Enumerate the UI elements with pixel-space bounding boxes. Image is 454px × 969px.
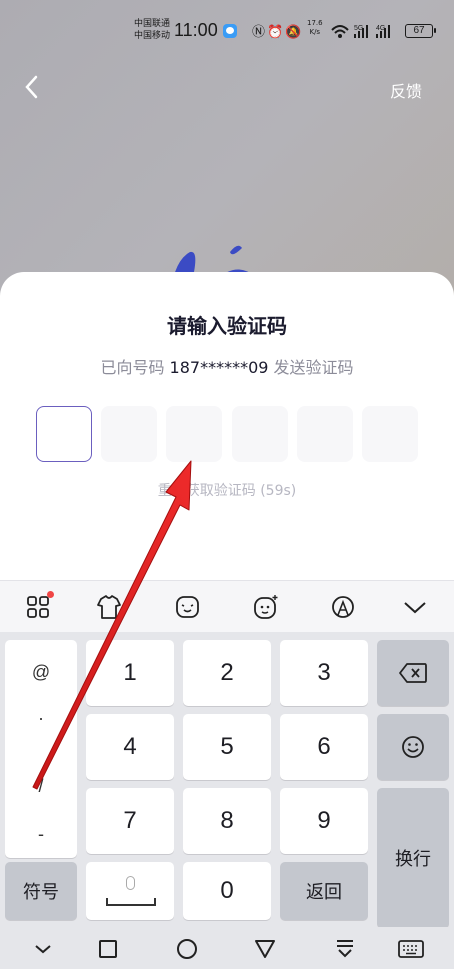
symbols-key[interactable]: 符号 xyxy=(5,862,77,920)
notification-dot xyxy=(47,591,54,598)
backspace-icon xyxy=(399,663,427,683)
verification-sheet: 请输入验证码 已向号码 187******09 发送验证码 重新获取验证码 (5… xyxy=(0,272,454,582)
subtitle-suffix: 发送验证码 xyxy=(268,358,354,377)
nav-recents-button[interactable] xyxy=(96,937,120,961)
key-9[interactable]: 9 xyxy=(280,788,368,854)
microphone-icon xyxy=(126,876,135,890)
nav-home-button[interactable] xyxy=(175,937,199,961)
key-dash[interactable]: - xyxy=(5,824,77,845)
code-digit-box-3[interactable] xyxy=(166,406,222,462)
alarm-icon: ⏰ xyxy=(267,25,286,40)
circle-icon xyxy=(177,939,197,959)
status-icons: Ⓝ⏰🔕 xyxy=(252,21,303,40)
smiley-icon xyxy=(402,736,424,758)
collapse-down-icon xyxy=(337,940,353,958)
resend-code-countdown[interactable]: 重新获取验证码 (59s) xyxy=(0,480,454,500)
chevron-down-icon[interactable] xyxy=(401,593,429,621)
chevron-left-icon xyxy=(25,75,38,99)
signal-1-label: 5G xyxy=(354,25,363,32)
key-3[interactable]: 3 xyxy=(280,640,368,706)
speed-value: 17.6 xyxy=(307,19,323,27)
chevron-down-icon xyxy=(35,945,51,954)
key-2[interactable]: 2 xyxy=(183,640,271,706)
key-slash[interactable]: / xyxy=(5,776,77,797)
enter-key[interactable]: 换行 xyxy=(377,788,449,928)
speed-unit: K/s xyxy=(309,28,321,36)
skin-shirt-icon[interactable] xyxy=(95,593,123,621)
nav-keyboard-switch-button[interactable] xyxy=(398,937,424,961)
network-speed: 17.6 K/s xyxy=(307,19,323,37)
code-digit-box-2[interactable] xyxy=(101,406,157,462)
key-7[interactable]: 7 xyxy=(86,788,174,854)
key-1[interactable]: 1 xyxy=(86,640,174,706)
apps-grid-icon[interactable] xyxy=(24,591,54,621)
signal-2-label: 4G xyxy=(376,25,385,32)
subtitle-prefix: 已向号码 xyxy=(100,358,170,377)
nfc-icon: Ⓝ xyxy=(252,25,268,40)
key-at[interactable]: @ xyxy=(5,662,77,683)
numeric-keyboard: @ . / - 1 2 3 4 5 6 7 8 9 换行 符号 0 返回 xyxy=(0,632,454,928)
square-icon xyxy=(99,940,117,958)
wifi-icon xyxy=(331,25,349,34)
sticker-icon[interactable] xyxy=(252,593,280,621)
carrier-2: 中国移动 xyxy=(134,31,171,41)
emoji-face-icon[interactable] xyxy=(174,593,202,621)
nav-back-button[interactable] xyxy=(253,937,277,961)
key-0[interactable]: 0 xyxy=(183,862,271,920)
code-digit-box-5[interactable] xyxy=(297,406,353,462)
chat-app-icon xyxy=(223,24,237,38)
code-digit-box-6[interactable] xyxy=(362,406,418,462)
carrier-1: 中国联通 xyxy=(134,19,171,29)
mute-icon: 🔕 xyxy=(285,25,304,40)
system-nav-bar xyxy=(0,927,454,969)
symbol-column[interactable]: @ . / - xyxy=(5,640,77,858)
key-dot[interactable]: . xyxy=(5,704,77,725)
keyboard-toolbar xyxy=(0,580,454,632)
key-4[interactable]: 4 xyxy=(86,714,174,780)
status-bar: 中国联通 中国移动 11:00 Ⓝ⏰🔕 17.6 K/s 5G 4G 67 xyxy=(0,18,454,48)
feedback-link[interactable]: 反馈 xyxy=(390,78,422,102)
sheet-subtitle: 已向号码 187******09 发送验证码 xyxy=(0,354,454,378)
emoji-button[interactable] xyxy=(377,714,449,780)
key-8[interactable]: 8 xyxy=(183,788,271,854)
handwriting-icon[interactable] xyxy=(329,593,357,621)
code-digit-box-1[interactable] xyxy=(36,406,92,462)
masked-phone-number: 187******09 xyxy=(169,358,269,377)
backspace-button[interactable] xyxy=(377,640,449,706)
nav-collapse-button[interactable] xyxy=(333,937,357,961)
nav-hide-keyboard-button[interactable] xyxy=(31,937,55,961)
back-button[interactable] xyxy=(18,72,48,102)
triangle-icon xyxy=(255,940,275,958)
carrier-names: 中国联通 中国移动 xyxy=(134,18,170,42)
signal-icons: 5G 4G xyxy=(331,25,390,38)
return-key[interactable]: 返回 xyxy=(280,862,368,920)
space-icon xyxy=(106,898,156,906)
code-input-row xyxy=(36,406,418,462)
status-time: 11:00 xyxy=(174,20,218,40)
battery-indicator: 67 xyxy=(405,24,436,38)
sheet-title: 请输入验证码 xyxy=(167,314,287,338)
space-key[interactable] xyxy=(86,862,174,920)
key-6[interactable]: 6 xyxy=(280,714,368,780)
code-digit-box-4[interactable] xyxy=(232,406,288,462)
key-5[interactable]: 5 xyxy=(183,714,271,780)
keyboard-icon xyxy=(398,940,424,958)
